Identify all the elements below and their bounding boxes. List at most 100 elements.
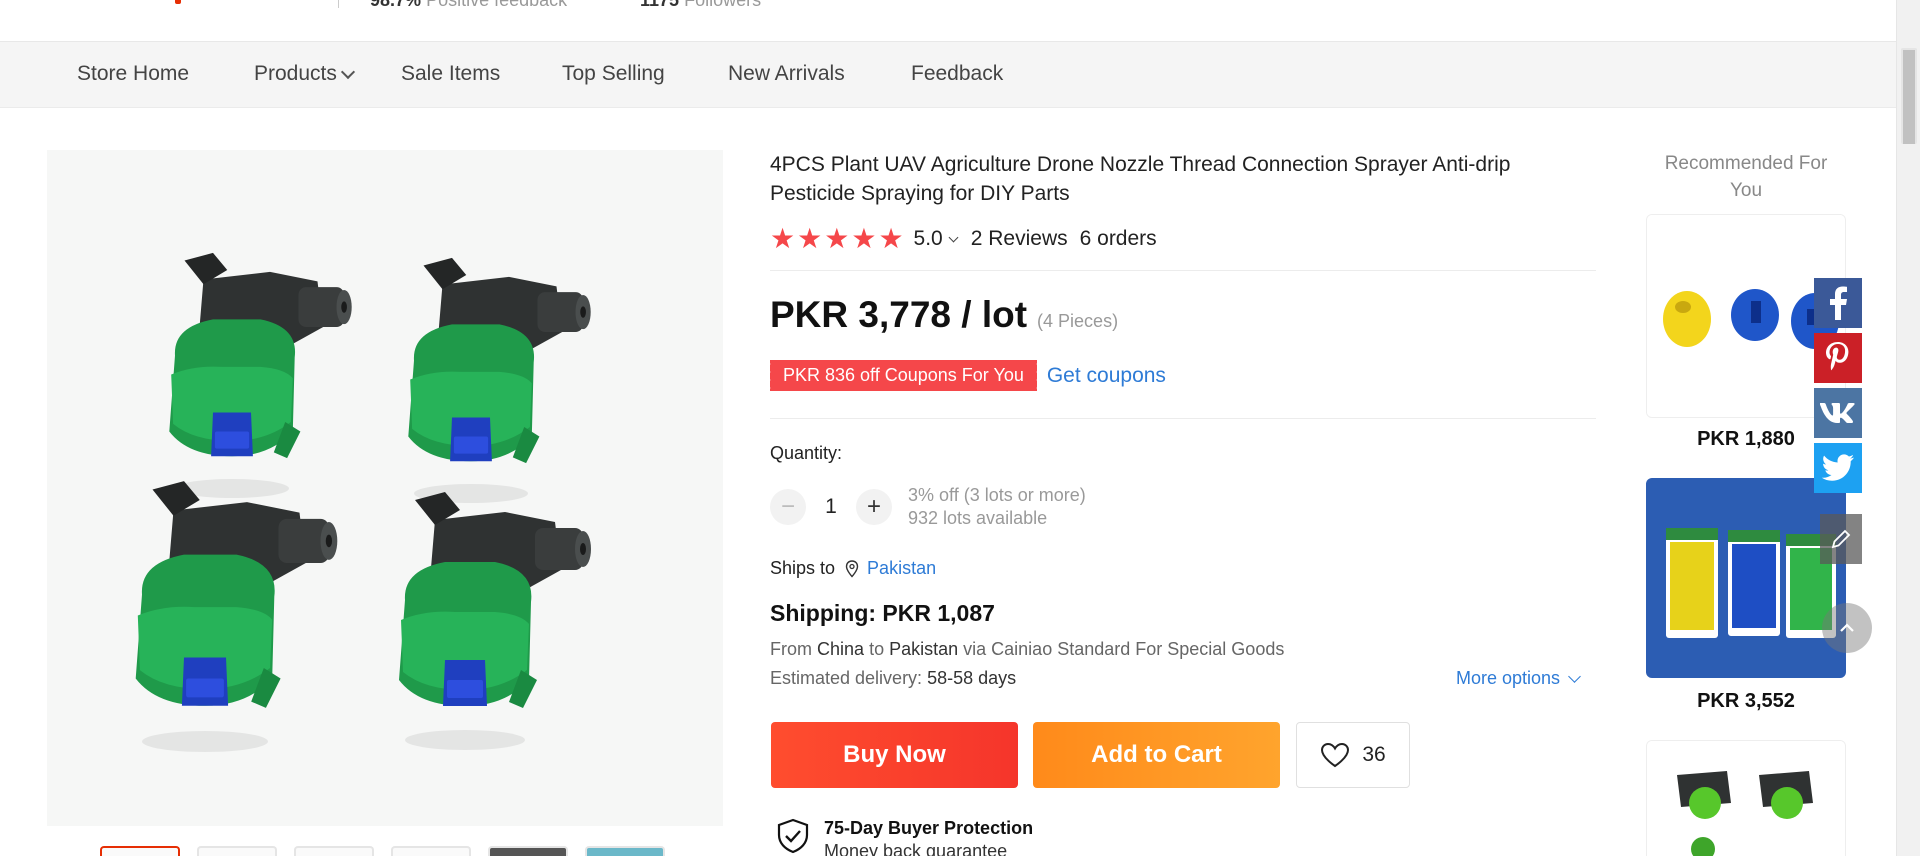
coupon-badge[interactable]: PKR 836 off Coupons For You	[768, 360, 1037, 391]
quantity-input[interactable]: 1	[806, 495, 856, 519]
est-delivery-value: 58-58 days	[927, 668, 1017, 688]
more-options-label: More options	[1456, 668, 1561, 688]
page-scrollbar[interactable]	[1896, 0, 1920, 856]
ship-origin: China	[817, 639, 865, 659]
recommended-item[interactable]	[1646, 478, 1846, 678]
quantity-increase-button[interactable]: +	[856, 489, 892, 525]
ships-to-row: Ships to Pakistan	[770, 558, 936, 579]
nav-feedback[interactable]: Feedback	[911, 62, 1003, 86]
more-options-link[interactable]: More options	[1456, 668, 1581, 689]
ship-from-prefix: From	[770, 639, 812, 659]
edit-float-button[interactable]	[1820, 514, 1862, 564]
ship-destination: Pakistan	[889, 639, 959, 659]
store-nav: Store Home Products Sale Items Top Selli…	[0, 42, 1896, 108]
scrollbar-thumb[interactable]	[1901, 48, 1917, 144]
nav-sale-items[interactable]: Sale Items	[401, 62, 500, 86]
rating-stars: ★ ★ ★ ★ ★	[770, 225, 904, 253]
thumbnail-2[interactable]	[197, 846, 277, 856]
star-icon: ★	[770, 223, 796, 254]
followers-label: Followers	[684, 0, 762, 10]
protection-title: 75-Day Buyer Protection	[824, 818, 1034, 838]
thumbnail-3[interactable]	[294, 846, 374, 856]
facebook-share-button[interactable]	[1814, 278, 1862, 328]
store-feedback: 98.7% Positive feedback	[370, 0, 567, 11]
recommended-item-price[interactable]: PKR 3,552	[1646, 690, 1846, 713]
heart-icon	[1321, 742, 1350, 768]
recommended-title: Recommended For You	[1664, 153, 1828, 201]
quantity-decrease-button[interactable]: −	[770, 489, 806, 525]
chevron-down-icon	[340, 64, 355, 80]
reviews-link[interactable]: 2 Reviews	[971, 227, 1068, 251]
wishlist-count: 36	[1362, 743, 1386, 766]
ship-to-word: to	[869, 639, 885, 659]
est-delivery-label: Estimated delivery:	[770, 668, 923, 688]
coupon-row: PKR 836 off Coupons For You Get coupons	[768, 360, 1166, 391]
twitter-share-button[interactable]	[1814, 443, 1862, 493]
get-coupons-link[interactable]: Get coupons	[1047, 364, 1166, 388]
orders-count: 6 orders	[1079, 227, 1157, 250]
nav-products[interactable]: Products	[254, 62, 355, 86]
chevron-down-icon	[1568, 670, 1581, 683]
ships-to-label: Ships to	[770, 558, 836, 578]
product-main-image[interactable]	[47, 150, 723, 826]
chevron-up-icon	[1840, 623, 1854, 632]
thumbnail-1[interactable]	[100, 846, 180, 856]
pencil-icon	[1831, 529, 1851, 549]
header-divider	[338, 0, 339, 8]
quantity-info: 3% off (3 lots or more) 932 lots availab…	[908, 484, 1086, 530]
star-icon: ★	[878, 223, 904, 254]
nav-store-home[interactable]: Store Home	[77, 62, 189, 86]
quantity-available: 932 lots available	[908, 508, 1048, 528]
add-to-cart-button[interactable]: Add to Cart	[1033, 722, 1280, 788]
recommended-item-image	[1647, 741, 1845, 856]
scroll-top-button[interactable]	[1822, 603, 1872, 653]
shipping-route: From China to Pakistan via Cainiao Stand…	[770, 639, 1284, 660]
buyer-protection: 75-Day Buyer Protection Money back guara…	[776, 818, 1033, 856]
nav-products-label: Products	[254, 62, 337, 85]
divider	[770, 418, 1596, 419]
nozzle-product-image	[47, 150, 723, 826]
wishlist-button[interactable]: 36	[1296, 722, 1410, 788]
quantity-label: Quantity:	[770, 443, 843, 463]
vk-share-button[interactable]	[1814, 388, 1862, 438]
nav-new-arrivals[interactable]: New Arrivals	[728, 62, 845, 86]
facebook-icon	[1830, 286, 1847, 320]
location-pin-icon	[845, 559, 859, 578]
store-followers: 1175 Followers	[640, 0, 761, 11]
quantity-stepper: − 1 + 3% off (3 lots or more) 932 lots a…	[770, 484, 1086, 530]
shipping-cost: Shipping: PKR 1,087	[770, 600, 995, 626]
quantity-discount: 3% off (3 lots or more)	[908, 485, 1086, 505]
star-icon: ★	[824, 223, 850, 254]
estimated-delivery: Estimated delivery: 58-58 days	[770, 668, 1016, 689]
store-logo[interactable]	[175, 0, 181, 4]
rating-value[interactable]: 5.0	[914, 227, 943, 251]
divider	[770, 270, 1596, 271]
rating-row: ★ ★ ★ ★ ★ 5.0 2 Reviews 6 orders	[770, 224, 1157, 254]
protection-subtitle: Money back guarantee	[824, 841, 1008, 856]
store-header: 98.7% Positive feedback 1175 Followers	[0, 0, 1896, 42]
product-price: PKR 3,778 / lot	[770, 294, 1028, 335]
recommended-item-image	[1646, 478, 1846, 678]
pieces-count: (4 Pieces)	[1037, 311, 1119, 331]
pinterest-icon	[1826, 342, 1849, 371]
twitter-icon	[1821, 454, 1854, 481]
feedback-label: Positive feedback	[426, 0, 568, 10]
thumbnail-4[interactable]	[391, 846, 471, 856]
thumbnail-6[interactable]	[585, 846, 665, 856]
price-row: PKR 3,778 / lot (4 Pieces)	[770, 294, 1118, 336]
vk-icon	[1820, 403, 1855, 423]
recommended-item[interactable]	[1646, 740, 1846, 856]
followers-count: 1175	[640, 0, 680, 10]
star-icon: ★	[851, 223, 877, 254]
ships-to-country[interactable]: Pakistan	[867, 558, 936, 579]
ship-method: via Cainiao Standard For Special Goods	[963, 639, 1285, 659]
chevron-down-icon[interactable]	[948, 232, 959, 242]
product-title: 4PCS Plant UAV Agriculture Drone Nozzle …	[770, 153, 1511, 205]
pinterest-share-button[interactable]	[1814, 333, 1862, 383]
star-icon: ★	[797, 223, 823, 254]
thumbnail-5[interactable]	[488, 846, 568, 856]
buy-now-button[interactable]: Buy Now	[771, 722, 1018, 788]
shield-check-icon	[777, 818, 809, 854]
feedback-percent: 98.7%	[370, 0, 422, 10]
nav-top-selling[interactable]: Top Selling	[562, 62, 665, 86]
